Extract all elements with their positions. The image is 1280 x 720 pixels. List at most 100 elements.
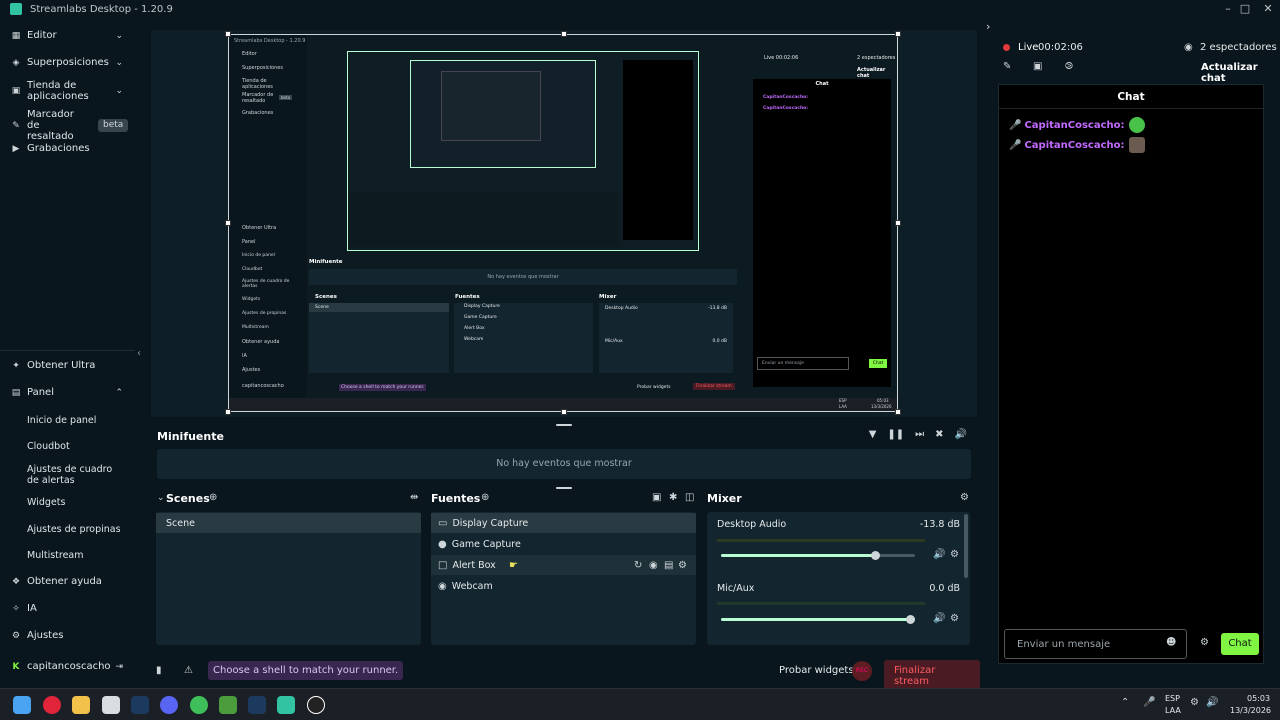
streamlabs-icon[interactable] [277,696,295,714]
source-row[interactable]: □ Alert Box ☛ ↻ ◉ ▤ ⚙ [431,555,696,575]
language-code[interactable]: ESP [1165,694,1180,703]
resize-handle[interactable] [225,220,231,226]
language-layout[interactable]: LAA [1165,706,1181,715]
gear-icon[interactable]: ⚙ [950,613,959,624]
volume-slider[interactable] [721,551,915,560]
stream-info-icon[interactable]: ▣ [1033,61,1042,72]
volume-icon[interactable]: 🔊 [933,613,945,624]
chat-send-button[interactable]: Chat [1221,633,1259,655]
eye-icon[interactable]: ◉ [649,560,658,571]
maximize-icon[interactable]: □ [1234,0,1256,18]
volume-slider-knob[interactable] [906,615,915,624]
scene-row[interactable]: Scene [156,513,421,533]
source-layout-icon[interactable]: ▣ [652,492,661,503]
nav-ai[interactable]: ✧ IA [0,603,135,614]
source-row[interactable]: ◉ Webcam [431,576,696,596]
resize-handle[interactable] [561,409,567,415]
source-selective-icon[interactable]: ✱ [669,492,677,503]
microphone-icon[interactable]: 🎤 [1143,697,1155,708]
file-explorer-icon[interactable] [72,696,90,714]
nav-highlighter[interactable]: ✎ Marcador de resaltado beta [0,109,135,142]
nav-label: Marcador de resaltado [27,109,74,142]
stats-icon[interactable]: ▮ [156,665,162,676]
chevron-right-icon[interactable]: › [986,20,990,33]
nav-editor[interactable]: ▦ Editor ⌄ [0,30,135,41]
gear-icon[interactable]: ⚙ [678,560,687,571]
skip-icon[interactable]: ⏭ [915,429,924,440]
nav-app-store[interactable]: ▣ Tienda de aplicaciones ⌄ [0,80,135,102]
gear-icon[interactable]: ⚙ [950,549,959,560]
nav-sub-tips[interactable]: Ajustes de propinas [27,524,121,535]
chrome-icon[interactable] [190,696,208,714]
logout-icon[interactable]: ⇥ [115,662,123,672]
app-icon[interactable] [307,696,325,714]
share-icon[interactable]: ⧁ [1065,61,1073,72]
nav-recordings[interactable]: ▶ Grabaciones [0,143,135,154]
chat-username: CapitanCoscacho: [1024,139,1125,151]
scene-preview[interactable]: Streamlabs Desktop - 1.20.9 Editor Super… [225,31,901,415]
volume-slider-knob[interactable] [871,551,880,560]
add-folder-icon[interactable]: ◫ [685,492,694,503]
nav-sub-multistream[interactable]: Multistream [27,550,84,561]
steam-icon[interactable] [131,696,149,714]
add-scene-icon[interactable]: ⊕ [209,492,217,503]
emoji-icon[interactable]: ☻ [1166,637,1176,648]
filter-icon[interactable]: ▼ [869,429,877,440]
gear-icon[interactable]: ⚙ [1200,637,1209,648]
nav-ultra[interactable]: ✦ Obtener Ultra [0,360,135,371]
opera-icon[interactable] [43,696,61,714]
edit-pencil-icon[interactable]: ✎ [1003,61,1011,72]
steam-icon[interactable] [248,696,266,714]
interact-icon[interactable]: ↻ [634,560,642,571]
nav-overlays[interactable]: ◈ Superposiciones ⌄ [0,57,135,68]
tip-banner[interactable]: Choose a shell to match your runner. [208,661,404,680]
warning-icon[interactable]: ⚠ [184,665,193,676]
test-widgets-button[interactable]: Probar widgets [779,665,854,676]
volume-slider[interactable] [721,615,915,624]
collapse-icon[interactable]: ⌄ [157,493,165,503]
resize-handle[interactable] [561,31,567,37]
chat-input[interactable]: Enviar un mensaje [1004,629,1187,659]
speaker-icon[interactable]: 🔊 [1206,697,1218,708]
pause-icon[interactable]: ❚❚ [887,429,904,440]
volume-icon[interactable]: 🔊 [955,429,967,440]
resize-handle[interactable] [225,409,231,415]
mute-alerts-icon[interactable]: ✖ [935,429,943,440]
nav-sub-alertbox-settings[interactable]: Ajustes de cuadro de alertas [27,464,127,486]
inner-chat-user: CapitanCoscacho: [763,106,809,111]
clock-time[interactable]: 05:03 [1247,694,1270,703]
chevron-up-icon[interactable]: ⌃ [1121,697,1129,708]
add-source-icon[interactable]: ⊕ [481,492,489,503]
wifi-icon[interactable]: ⚙ [1190,697,1199,708]
nav-sub-cloudbot[interactable]: Cloudbot [27,441,70,452]
trash-icon[interactable]: ▤ [664,560,673,571]
scrollbar[interactable] [964,514,968,578]
nav-panel[interactable]: ▤ Panel ⌃ [0,387,135,398]
close-icon[interactable]: ✕ [1257,0,1279,18]
refresh-chat-button[interactable]: Actualizar chat [1201,62,1280,84]
nav-sub-widgets[interactable]: Widgets [27,497,65,508]
nav-sub-dashboard-home[interactable]: Inicio de panel [27,415,96,426]
resize-handle[interactable] [225,31,231,37]
resize-handle[interactable] [895,220,901,226]
gear-icon[interactable]: ⚙ [960,492,969,503]
volume-icon[interactable]: 🔊 [933,549,945,560]
resize-handle[interactable] [895,31,901,37]
nav-settings[interactable]: ⚙ Ajustes [0,630,135,641]
record-button[interactable]: REC [852,661,872,681]
splitter-handle[interactable] [556,424,572,426]
minecraft-icon[interactable] [219,696,237,714]
nav-help[interactable]: ❖ Obtener ayuda [0,576,135,587]
windows-start-icon[interactable] [13,696,31,714]
highlighter-icon: ✎ [12,120,20,131]
resize-handle[interactable] [895,409,901,415]
source-row[interactable]: ▭ Display Capture [431,513,696,533]
store-icon[interactable] [102,696,120,714]
discord-icon[interactable] [160,696,178,714]
clock-date[interactable]: 13/3/2026 [1230,706,1271,715]
source-row[interactable]: ● Game Capture [431,534,696,554]
splitter-handle[interactable] [556,487,572,489]
collapse-sidebar-icon[interactable]: ‹ [137,348,141,359]
nav-user[interactable]: K capitancoscacho ⇥ [0,661,135,672]
scene-transitions-icon[interactable]: ⇹ [410,492,418,503]
